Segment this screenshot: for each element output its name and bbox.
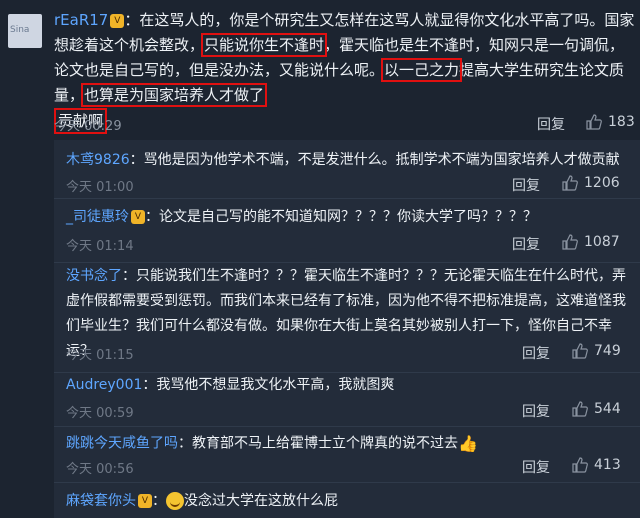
like-count: 749 xyxy=(594,343,621,359)
reply-username[interactable]: 木鸢9826 xyxy=(66,152,130,168)
divider xyxy=(54,198,640,199)
reply-body: ：骂他是因为他学术不端，不是发泄什么。抵制学术不端为国家培养人才做贡献 xyxy=(129,152,620,168)
reply-text: Audrey001：我骂他不想显我文化水平高，我就图爽 xyxy=(66,373,626,398)
main-comment: Sina rEaR17 V ：在这骂人的，你是个研究生又怎样在这骂人就显得你文化水平… xyxy=(0,0,640,140)
replies-list: 木鸢9826：骂他是因为他学术不端，不是发泄什么。抵制学术不端为国家培养人才做贡… xyxy=(54,140,640,518)
main-comment-like-button[interactable]: 183 xyxy=(586,114,635,130)
reply-button[interactable]: 回复 xyxy=(512,175,540,195)
reply-username[interactable]: 没书念了 xyxy=(66,268,122,284)
reply-time: 今天 01:00 xyxy=(66,180,134,195)
like-button[interactable]: 1087 xyxy=(562,234,620,250)
reply-username[interactable]: _司徒惠玲 xyxy=(66,209,129,225)
main-comment-username[interactable]: rEaR17 xyxy=(54,11,108,29)
divider xyxy=(54,482,640,483)
thumbs-up-icon xyxy=(586,114,602,130)
avatar-text: Sina xyxy=(10,25,30,35)
like-count: 413 xyxy=(594,457,621,473)
reply-username[interactable]: 麻袋套你头 xyxy=(66,493,136,509)
reply-body: ：论文是自己写的能不知道知网？？？？你读大学了吗？？？？ xyxy=(145,209,537,225)
highlight-phrase-1: 只能说你生不逢时 xyxy=(201,33,328,57)
divider xyxy=(54,426,640,427)
reply-time: 今天 01:14 xyxy=(66,239,134,254)
thumbs-up-icon xyxy=(562,234,578,250)
reply-button[interactable]: 回复 xyxy=(522,457,550,477)
reply-time: 今天 01:15 xyxy=(66,348,134,363)
reply-text: 跳跳今天咸鱼了吗：教育部不马上给霍博士立个牌真的说不过去👍 xyxy=(66,431,626,457)
vip-badge-icon: V xyxy=(131,210,145,224)
thumbs-up-icon xyxy=(572,401,588,417)
reply-username[interactable]: Audrey001 xyxy=(66,377,142,393)
reply-body: ：教育部不马上给霍博士立个牌真的说不过去 xyxy=(178,435,458,452)
avatar[interactable]: Sina xyxy=(8,14,42,48)
reply-body: ：我骂他不想显我文化水平高，我就图爽 xyxy=(142,377,395,393)
reply-text: 木鸢9826：骂他是因为他学术不端，不是发泄什么。抵制学术不端为国家培养人才做贡… xyxy=(66,148,626,173)
vip-badge-icon: V xyxy=(138,494,152,508)
thumbs-up-emoji-icon: 👍 xyxy=(458,434,478,453)
reply-body: 没念过大学在这放什么屁 xyxy=(184,493,338,509)
main-comment-time: 今天 00:29 xyxy=(54,119,122,134)
main-comment-reply-button[interactable]: 回复 xyxy=(537,114,565,134)
vip-badge-icon: V xyxy=(110,13,125,28)
thumbs-up-icon xyxy=(572,457,588,473)
reply-button[interactable]: 回复 xyxy=(512,234,540,254)
reply-text: 麻袋套你头 V：没念过大学在这放什么屁 xyxy=(66,492,338,510)
like-button[interactable]: 749 xyxy=(572,343,621,359)
like-count: 544 xyxy=(594,401,621,417)
reply-button[interactable]: 回复 xyxy=(522,343,550,363)
highlight-phrase-3: 也算是为国家培养人才做了 xyxy=(81,83,268,107)
thumbs-up-icon xyxy=(572,343,588,359)
highlight-phrase-2: 以一己之力 xyxy=(381,58,463,82)
reply-time: 今天 00:56 xyxy=(66,462,134,477)
like-button[interactable]: 413 xyxy=(572,457,621,473)
like-count: 1206 xyxy=(584,175,620,191)
reply-text: _司徒惠玲 V ：论文是自己写的能不知道知网？？？？你读大学了吗？？？？ xyxy=(66,205,626,230)
like-button[interactable]: 1206 xyxy=(562,175,620,191)
divider xyxy=(54,262,640,263)
like-count: 1087 xyxy=(584,234,620,250)
thumbs-up-icon xyxy=(562,175,578,191)
reply-time: 今天 00:59 xyxy=(66,406,134,421)
like-button[interactable]: 544 xyxy=(572,401,621,417)
main-comment-like-count: 183 xyxy=(608,114,635,130)
reply-button[interactable]: 回复 xyxy=(522,401,550,421)
reply-username[interactable]: 跳跳今天咸鱼了吗 xyxy=(66,436,178,452)
grin-emoji-icon xyxy=(166,492,184,510)
